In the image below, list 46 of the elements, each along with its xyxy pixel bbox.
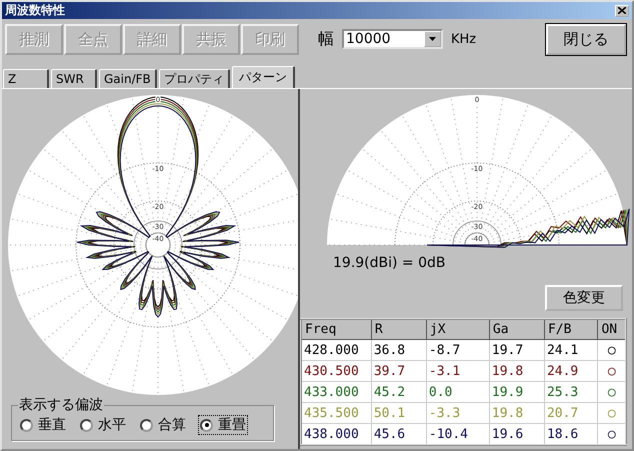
table-cell: 19.7 <box>489 340 544 360</box>
width-label: 幅 <box>318 28 334 50</box>
column-header: R <box>371 319 426 340</box>
window-title: 周波数特性 <box>5 2 65 19</box>
table-cell: -3.1 <box>426 360 490 382</box>
column-header: F/B <box>544 319 598 340</box>
table-cell: -3.3 <box>426 402 490 424</box>
table-cell: 19.9 <box>489 382 544 402</box>
unit-label: KHz <box>451 32 476 46</box>
table-cell: 24.9 <box>544 360 598 382</box>
table-cell: 50.1 <box>371 402 426 424</box>
radio-button[interactable]: 水平 <box>78 415 128 435</box>
gain-reference-label: 19.9(dBi) = 0dB <box>333 255 447 271</box>
table-cell: 24.1 <box>544 340 598 360</box>
caret-icon[interactable] <box>429 37 436 41</box>
column-header: Ga <box>489 319 544 340</box>
table-cell: 428.000 <box>301 340 372 360</box>
tab[interactable]: プロパティ <box>159 69 230 88</box>
table-cell: 433.000 <box>301 382 372 402</box>
column-header: Freq <box>301 319 372 340</box>
close-dialog-button[interactable]: 閉じる <box>546 24 626 54</box>
column-header: jX <box>426 319 490 340</box>
tab[interactable]: Gain/FB <box>99 69 157 88</box>
table-cell: 20.7 <box>544 402 598 424</box>
radio-button[interactable]: 垂直 <box>18 415 68 435</box>
radio-button[interactable]: 合算 <box>138 415 188 435</box>
tab[interactable]: SWR <box>51 69 97 88</box>
table-cell: 0.0 <box>426 382 490 402</box>
color-change-button[interactable]: 色変更 <box>545 285 623 311</box>
tab[interactable]: パターン <box>232 66 295 88</box>
group-legend: 表示する偏波 <box>18 396 104 414</box>
table-cell: 25.3 <box>544 382 598 402</box>
table-cell: 19.8 <box>489 360 544 382</box>
close-icon[interactable] <box>618 7 626 14</box>
table-cell: -8.7 <box>426 340 490 360</box>
close-button[interactable] <box>615 4 629 16</box>
table-cell: 36.8 <box>371 340 426 360</box>
table-cell: 45.2 <box>371 382 426 402</box>
table-cell: 430.500 <box>301 360 372 382</box>
radio-button[interactable]: 重畳 <box>198 415 248 435</box>
table-cell: 435.500 <box>301 402 372 424</box>
table-cell: 19.8 <box>489 402 544 424</box>
table-cell: 39.7 <box>371 360 426 382</box>
column-header: ON <box>598 319 626 340</box>
dropdown-button[interactable] <box>424 31 441 47</box>
tab[interactable]: Z <box>3 69 49 88</box>
